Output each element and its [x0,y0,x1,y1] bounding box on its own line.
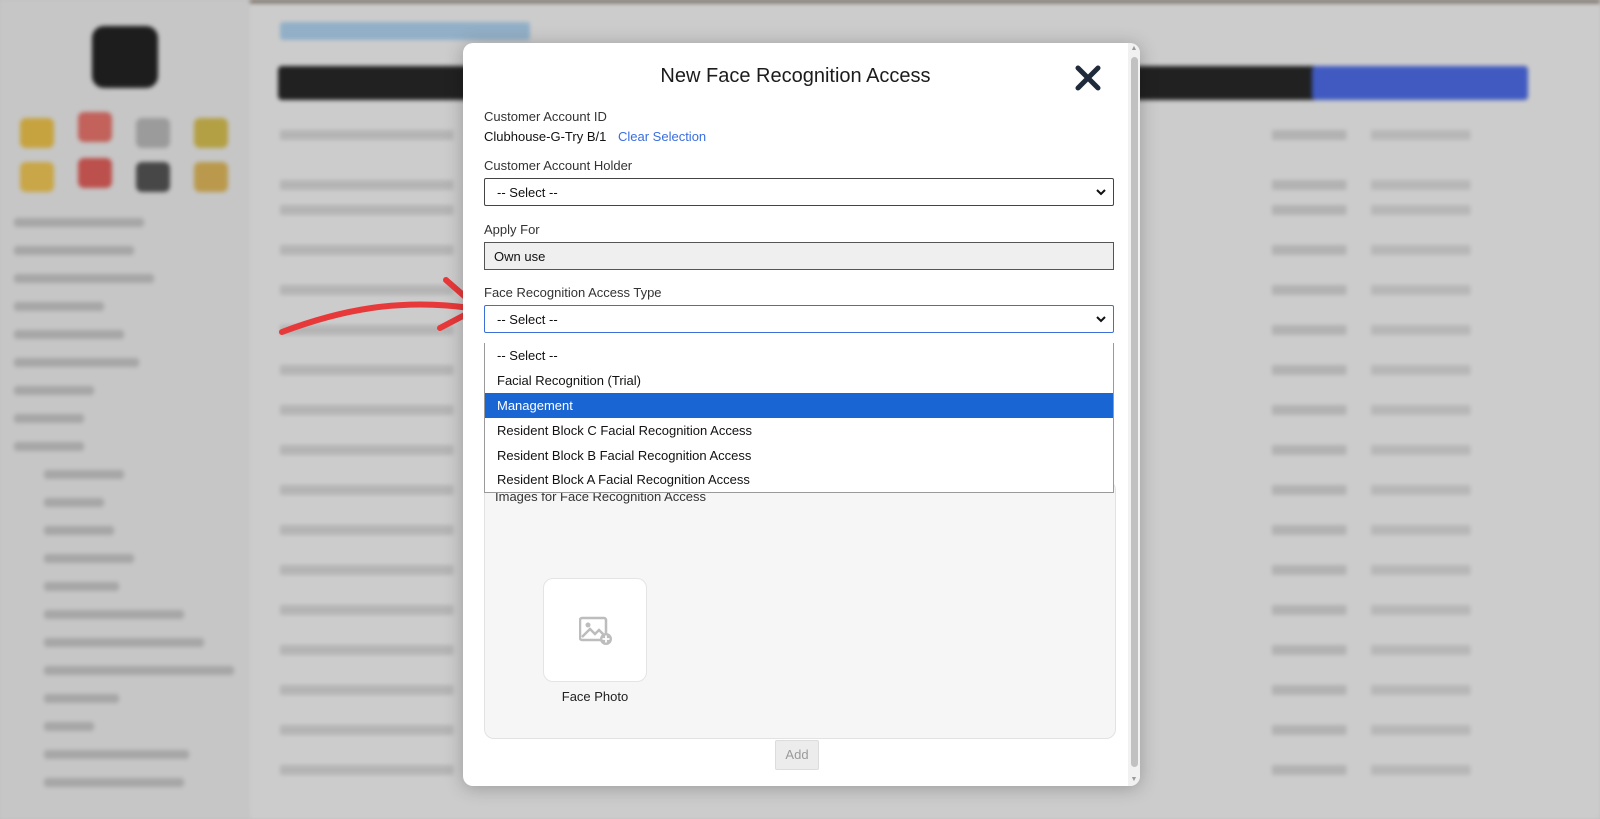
images-panel: Images for Face Recognition Access Face … [484,480,1116,739]
add-button[interactable]: Add [775,740,819,770]
customer-account-holder-label: Customer Account Holder [484,158,633,173]
clear-selection-link[interactable]: Clear Selection [618,129,706,144]
customer-account-holder-selected: -- Select -- [497,185,558,200]
access-type-selected: -- Select -- [497,312,558,327]
access-type-dropdown-list: -- Select -- Facial Recognition (Trial) … [484,343,1114,493]
customer-account-holder-select[interactable]: -- Select -- [484,178,1114,206]
access-type-label: Face Recognition Access Type [484,285,662,300]
dropdown-option-select[interactable]: -- Select -- [485,343,1113,368]
dropdown-option-management[interactable]: Management [485,393,1113,418]
customer-account-id-value: Clubhouse-G-Try B/1 [484,129,607,144]
dropdown-option-facial-recognition-trial[interactable]: Facial Recognition (Trial) [485,368,1113,393]
access-type-select[interactable]: -- Select -- [484,305,1114,333]
modal-scrollbar[interactable]: ▲ ▼ [1128,43,1140,786]
modal-title: New Face Recognition Access [660,65,931,87]
apply-for-field: Own use [484,242,1114,270]
scrollbar-thumb[interactable] [1131,57,1138,767]
dropdown-option-resident-block-a[interactable]: Resident Block A Facial Recognition Acce… [485,467,1113,492]
face-photo-upload[interactable] [543,578,647,682]
chevron-down-icon [1096,189,1106,196]
annotation-arrow [279,277,481,335]
image-add-icon [579,616,612,645]
dropdown-option-resident-block-c[interactable]: Resident Block C Facial Recognition Acce… [485,418,1113,443]
face-photo-caption: Face Photo [561,689,629,704]
customer-account-id-label: Customer Account ID [484,109,607,124]
chevron-down-icon [1096,316,1106,323]
scroll-up-icon[interactable]: ▲ [1130,45,1138,53]
apply-for-value: Own use [494,249,546,264]
apply-for-label: Apply For [484,222,540,237]
new-face-recognition-modal: New Face Recognition Access Customer Acc… [463,43,1140,786]
close-icon[interactable] [1073,63,1103,93]
dropdown-option-resident-block-b[interactable]: Resident Block B Facial Recognition Acce… [485,443,1113,468]
scroll-down-icon[interactable]: ▼ [1130,776,1138,784]
